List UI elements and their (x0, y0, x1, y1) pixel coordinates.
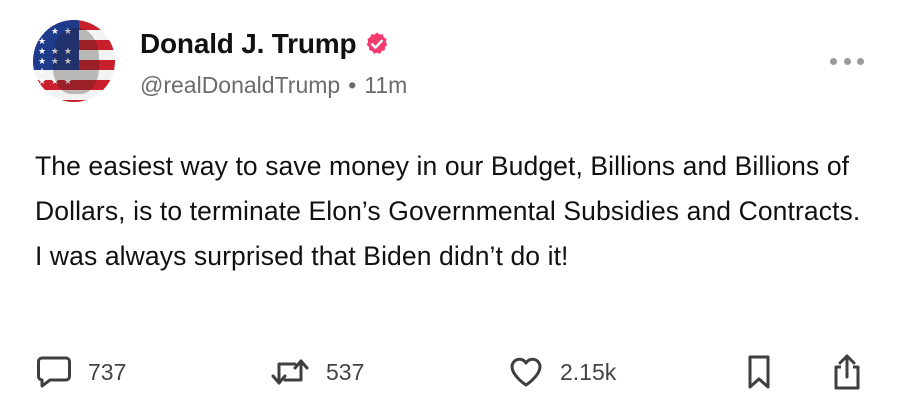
meta-separator: • (348, 72, 357, 98)
post-timestamp[interactable]: 11m (364, 72, 407, 99)
share-icon (834, 354, 860, 390)
action-bar: 737 537 2.15k (0, 352, 902, 392)
repost-count: 537 (326, 358, 365, 385)
share-button[interactable] (830, 352, 864, 392)
avatar[interactable]: ★ ★ ★ ★ ★ ★ ★ ★ ★ ★ ★ ★ ★ ★ (33, 20, 115, 102)
more-dots-icon[interactable] (830, 54, 864, 68)
repost-icon (271, 359, 309, 385)
post-text: The easiest way to save money in our Bud… (35, 151, 861, 271)
like-button[interactable]: 2.15k (508, 352, 616, 392)
post-card: ★ ★ ★ ★ ★ ★ ★ ★ ★ ★ ★ ★ ★ ★ Donald J. Trump… (0, 0, 902, 414)
reply-button[interactable]: 737 (36, 352, 126, 392)
author-name-row: Donald J. Trump (140, 28, 390, 60)
comment-icon (37, 356, 71, 388)
author-meta: @realDonaldTrump • 11m (140, 72, 407, 99)
reply-count: 737 (88, 358, 127, 385)
heart-icon (510, 357, 542, 387)
author-handle[interactable]: @realDonaldTrump (140, 72, 340, 99)
like-count: 2.15k (560, 358, 617, 385)
avatar-face (53, 28, 99, 94)
bookmark-icon (748, 355, 770, 389)
verified-badge-icon (364, 31, 390, 57)
repost-button[interactable]: 537 (270, 352, 364, 392)
bookmark-button[interactable] (744, 352, 774, 392)
author-display-name[interactable]: Donald J. Trump (140, 28, 357, 60)
